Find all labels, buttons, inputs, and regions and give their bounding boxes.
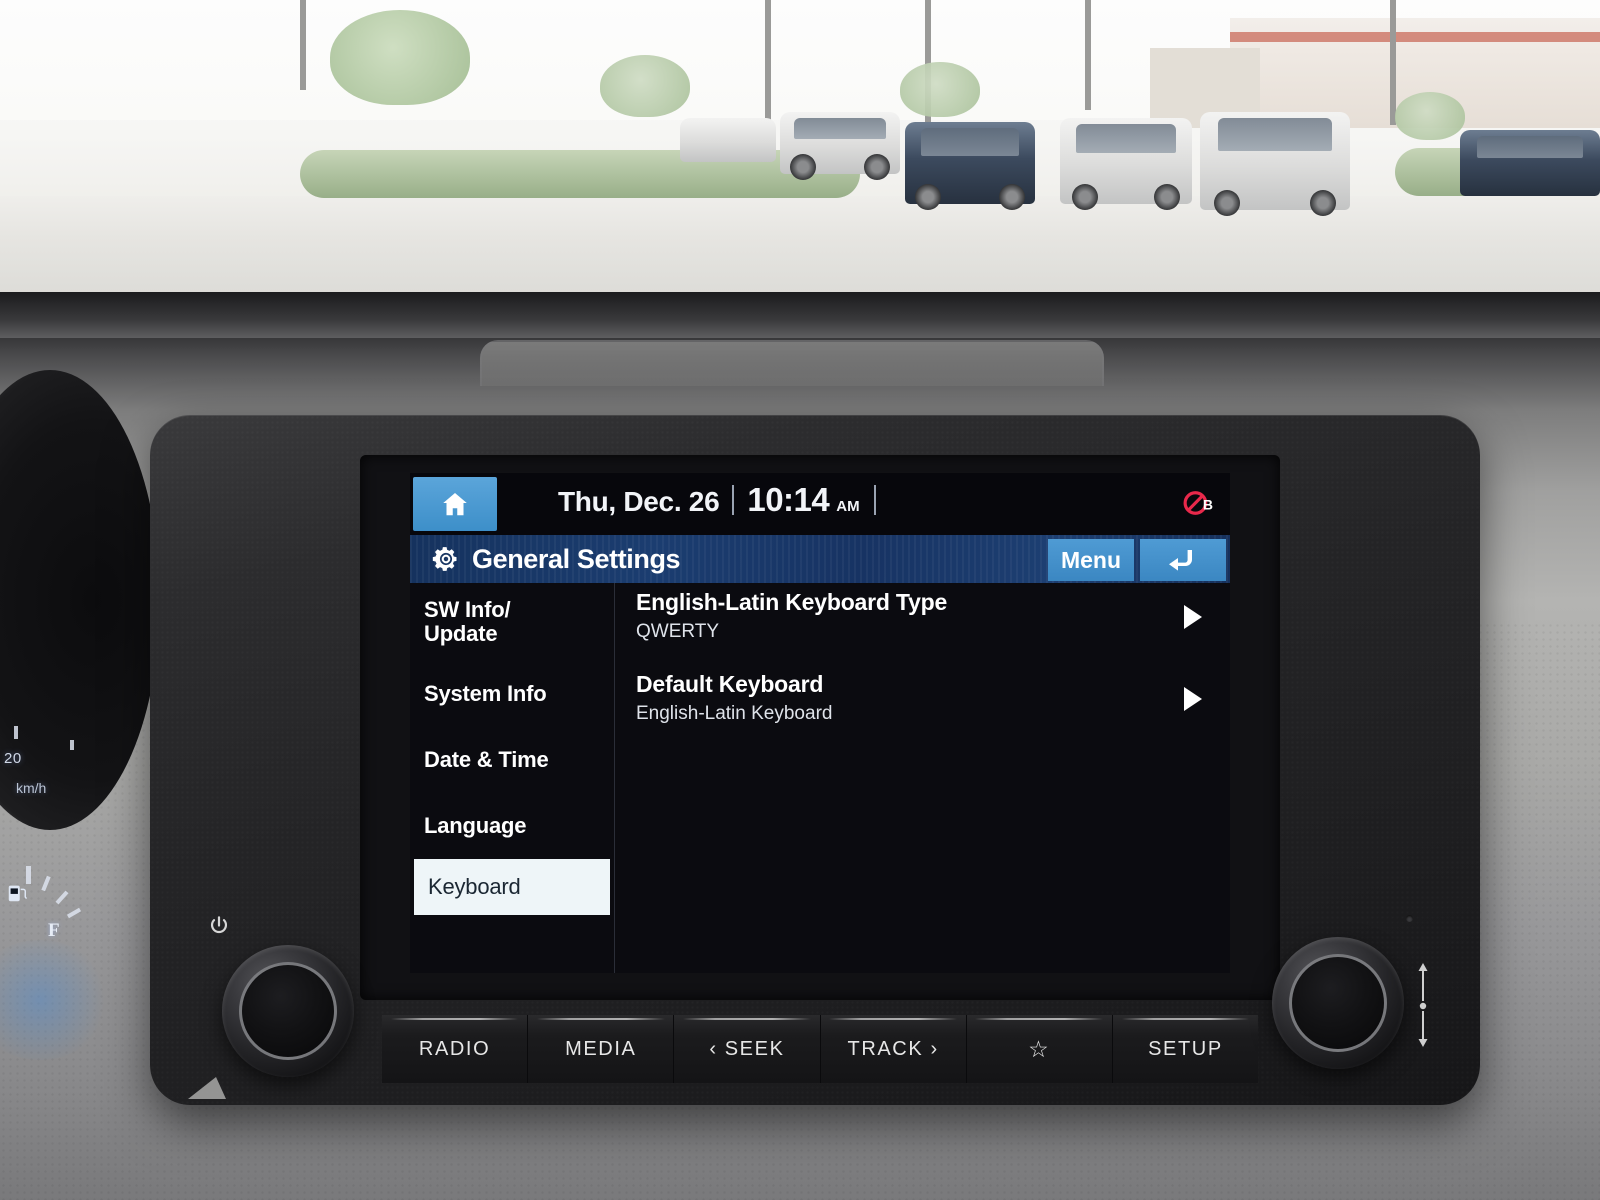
dash-cowl bbox=[0, 292, 1600, 338]
sidebar-item-sw-info-update[interactable]: SW Info/ Update bbox=[410, 583, 614, 661]
up-down-arrow-icon bbox=[1418, 963, 1428, 1047]
home-button[interactable] bbox=[413, 477, 497, 531]
car-window bbox=[1075, 124, 1177, 154]
light-pole bbox=[1390, 0, 1396, 125]
cluster-tick bbox=[70, 740, 74, 750]
status-bar: Thu, Dec. 26 10:14 AM B bbox=[410, 473, 1230, 535]
infotainment-scene: 20 km/h F Thu, Dec. 26 10:14 AM B Genera… bbox=[0, 0, 1600, 1200]
power-icon bbox=[211, 916, 227, 934]
parked-car bbox=[780, 112, 900, 180]
sidebar-item-label: Date & Time bbox=[424, 747, 549, 773]
setting-title: Default Keyboard bbox=[636, 671, 824, 697]
page-title-bar: General Settings Menu bbox=[410, 535, 1230, 583]
date-time-separator bbox=[732, 485, 735, 515]
home-icon bbox=[443, 493, 467, 516]
favorite-star-button[interactable]: ☆ bbox=[966, 1015, 1113, 1083]
tune-seek-knob[interactable] bbox=[1272, 937, 1404, 1069]
knob-face bbox=[239, 962, 337, 1060]
light-pole bbox=[765, 0, 771, 130]
back-arrow-icon bbox=[1169, 550, 1192, 571]
dash-trim-triangle bbox=[188, 1077, 226, 1099]
head-unit: Thu, Dec. 26 10:14 AM B General Settings… bbox=[150, 415, 1480, 1105]
tree bbox=[1395, 92, 1465, 140]
gear-icon bbox=[432, 547, 457, 571]
hedge-row bbox=[300, 150, 860, 198]
windshield-view bbox=[0, 0, 1600, 300]
settings-content: English-Latin Keyboard Type QWERTY Defau… bbox=[614, 583, 1230, 973]
sidebar-label-line1: SW Info/ bbox=[424, 597, 511, 623]
cluster-speed-tick: 20 bbox=[4, 750, 22, 767]
sidebar-item-label: SW Info/ Update bbox=[424, 597, 511, 646]
car-wheel bbox=[1072, 184, 1098, 210]
bluetooth-letter: B bbox=[1203, 497, 1213, 513]
parked-car bbox=[680, 118, 776, 162]
back-button[interactable] bbox=[1140, 539, 1226, 581]
car-wheel bbox=[864, 154, 890, 180]
tree bbox=[330, 10, 470, 105]
touchscreen-display[interactable]: Thu, Dec. 26 10:14 AM B General Settings… bbox=[410, 473, 1230, 973]
settings-sidebar: SW Info/ Update System Info Date & Time … bbox=[410, 583, 615, 973]
page-title: General Settings bbox=[472, 544, 681, 574]
car-wheel bbox=[1154, 184, 1180, 210]
date-text: Thu, Dec. 26 bbox=[558, 486, 720, 517]
media-button[interactable]: MEDIA bbox=[528, 1015, 675, 1083]
car-wheel bbox=[999, 184, 1025, 210]
setting-row-keyboard-type[interactable]: English-Latin Keyboard Type QWERTY bbox=[614, 583, 1230, 665]
parked-car bbox=[1060, 118, 1192, 210]
power-volume-knob[interactable] bbox=[222, 945, 354, 1077]
settings-body: SW Info/ Update System Info Date & Time … bbox=[410, 583, 1230, 973]
seek-back-button[interactable]: ‹ SEEK bbox=[674, 1015, 821, 1083]
setting-title: English-Latin Keyboard Type bbox=[636, 589, 948, 615]
car-window bbox=[1476, 136, 1584, 159]
parked-car bbox=[1460, 130, 1600, 196]
time-text: 10:14 bbox=[747, 481, 830, 518]
track-forward-button[interactable]: TRACK › bbox=[820, 1015, 967, 1083]
defroster-vent bbox=[480, 340, 1104, 386]
car-window bbox=[920, 128, 1020, 156]
cluster-speed-unit: km/h bbox=[16, 780, 47, 796]
car-wheel bbox=[1310, 190, 1336, 216]
sidebar-item-keyboard[interactable]: Keyboard bbox=[414, 859, 610, 915]
cluster-tick bbox=[14, 726, 18, 739]
fuel-full-label: F bbox=[48, 920, 60, 941]
sidebar-item-label: System Info bbox=[424, 681, 547, 707]
car-wheel bbox=[1214, 190, 1240, 216]
setup-button[interactable]: SETUP bbox=[1112, 1015, 1259, 1083]
knob-face bbox=[1289, 954, 1387, 1052]
fuel-pump-icon bbox=[8, 885, 27, 902]
parked-car bbox=[905, 122, 1035, 210]
car-window bbox=[794, 118, 886, 140]
screen-bezel: Thu, Dec. 26 10:14 AM B General Settings… bbox=[360, 455, 1280, 1000]
sidebar-item-language[interactable]: Language bbox=[410, 793, 614, 859]
sidebar-label-line2: Update bbox=[424, 621, 498, 646]
parking-lot-ground bbox=[0, 196, 1600, 300]
tree bbox=[900, 62, 980, 117]
time-end-separator bbox=[873, 485, 876, 515]
car-window bbox=[1218, 118, 1332, 152]
bluetooth-disabled-icon: B bbox=[1183, 491, 1213, 515]
radio-button[interactable]: RADIO bbox=[382, 1015, 529, 1083]
sidebar-item-label: Keyboard bbox=[428, 874, 521, 900]
date-time-display: Thu, Dec. 26 10:14 AM bbox=[558, 481, 876, 519]
cluster-tick bbox=[26, 866, 31, 884]
chevron-right-icon bbox=[1184, 687, 1202, 711]
hardware-button-strip: RADIO MEDIA ‹ SEEK TRACK › ☆ SETUP bbox=[382, 1015, 1259, 1083]
sidebar-item-label: Language bbox=[424, 813, 527, 839]
ampm-text: AM bbox=[836, 498, 860, 515]
setting-value: English-Latin Keyboard bbox=[636, 703, 833, 724]
sidebar-item-date-time[interactable]: Date & Time bbox=[410, 727, 614, 793]
setting-row-default-keyboard[interactable]: Default Keyboard English-Latin Keyboard bbox=[614, 665, 1230, 747]
light-pole bbox=[300, 0, 306, 90]
parked-car bbox=[1200, 112, 1350, 216]
setting-value: QWERTY bbox=[636, 621, 720, 642]
reset-pinhole bbox=[1406, 915, 1413, 922]
sidebar-item-system-info[interactable]: System Info bbox=[410, 661, 614, 727]
menu-button[interactable]: Menu bbox=[1048, 539, 1134, 581]
car-wheel bbox=[790, 154, 816, 180]
car-wheel bbox=[915, 184, 941, 210]
tree bbox=[600, 55, 690, 117]
chevron-right-icon bbox=[1184, 605, 1202, 629]
light-pole bbox=[1085, 0, 1091, 110]
